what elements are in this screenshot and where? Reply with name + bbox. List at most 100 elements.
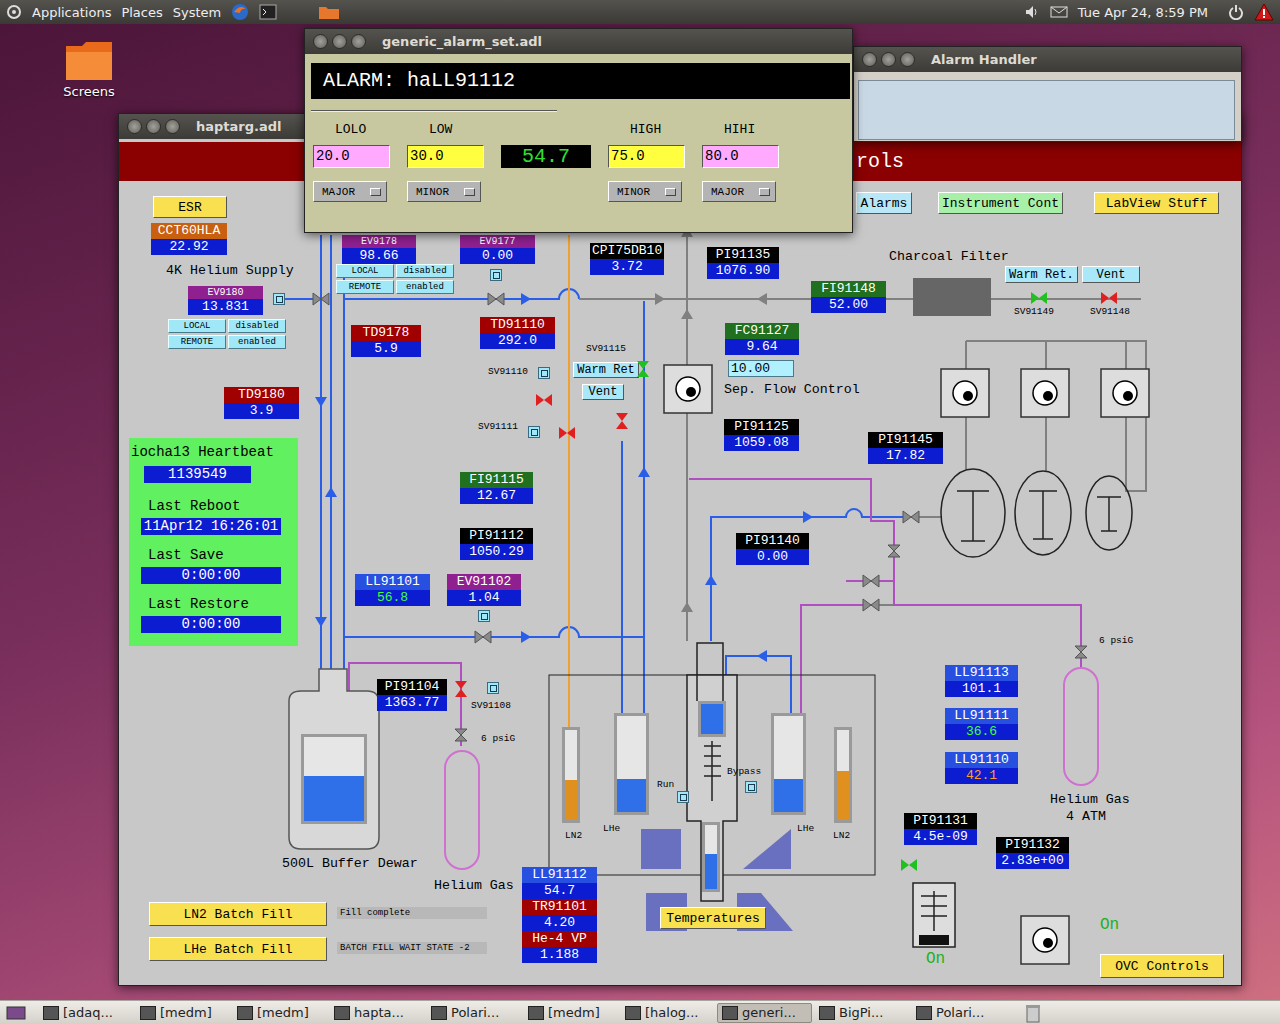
taskbar-item[interactable]: [halog...	[620, 1003, 715, 1023]
panel-menu[interactable]: System	[173, 5, 221, 20]
taskbar-label: [adaq...	[63, 1005, 113, 1020]
valve-icon[interactable]	[901, 859, 917, 871]
minimize-button[interactable]	[881, 52, 896, 67]
batch-fill-button[interactable]: LN2 Batch Fill	[149, 902, 327, 926]
severity-menu[interactable]: MAJOR	[702, 181, 776, 202]
readout-value: 4.20	[522, 915, 597, 931]
readout: TD91110292.0	[480, 317, 555, 349]
mode-button[interactable]: REMOTE	[336, 280, 394, 294]
mode-button[interactable]: REMOTE	[168, 335, 226, 349]
taskbar-item[interactable]: [medm]	[523, 1003, 618, 1023]
maximize-button[interactable]	[900, 52, 915, 67]
readout-label: TD9180	[224, 387, 299, 403]
taskbar-item[interactable]: generi...	[717, 1003, 812, 1023]
taskbar-item[interactable]: Polari...	[426, 1003, 521, 1023]
taskbar-label: [medm]	[160, 1005, 212, 1020]
display-button[interactable]: Warm Ret	[573, 362, 639, 378]
batch-fill-button[interactable]: LHe Batch Fill	[149, 937, 327, 961]
valve-icon[interactable]	[614, 413, 630, 429]
diagram-label: SV91148	[1090, 306, 1130, 317]
minimize-button[interactable]	[332, 34, 347, 49]
window-icon	[43, 1006, 59, 1020]
readout: EV91770.00	[460, 235, 535, 264]
readout-value: 5.9	[351, 341, 421, 357]
volume-icon	[1024, 4, 1040, 20]
valve-icon[interactable]	[635, 361, 651, 377]
desktop-icon[interactable]: Screens	[58, 38, 120, 99]
valve-icon[interactable]	[559, 427, 575, 439]
menu-marker-icon	[759, 188, 770, 196]
close-button[interactable]	[313, 34, 328, 49]
limit-field[interactable]: 20.0	[313, 145, 390, 168]
display-button[interactable]: Warm Ret.	[1005, 266, 1078, 283]
display-button[interactable]: Vent	[582, 384, 624, 400]
readout-value: 54.7	[522, 883, 597, 899]
related-display-icon[interactable]	[538, 367, 550, 379]
severity-menu[interactable]: MINOR	[407, 181, 481, 202]
display-button[interactable]: Alarms	[856, 192, 912, 214]
taskbar-item[interactable]: [adaq...	[38, 1003, 133, 1023]
taskbar-item[interactable]: [medm]	[232, 1003, 327, 1023]
diagram-label: On	[1100, 916, 1119, 934]
readout: FI9111512.67	[460, 472, 533, 504]
limit-field[interactable]: 30.0	[407, 145, 484, 168]
related-display-icon[interactable]	[273, 293, 285, 305]
maximize-button[interactable]	[351, 34, 366, 49]
tank-label: LN2	[833, 830, 850, 841]
display-button[interactable]: Temperatures	[660, 907, 766, 929]
close-button[interactable]	[862, 52, 877, 67]
heartbeat-count: 1139549	[144, 466, 251, 483]
valve-icon[interactable]	[1101, 292, 1117, 304]
mode-button[interactable]: enabled	[396, 280, 454, 294]
valve-icon[interactable]	[536, 394, 552, 406]
taskbar-item[interactable]: [medm]	[135, 1003, 230, 1023]
taskbar: [adaq...[medm][medm]hapta...Polari...[me…	[0, 1000, 1280, 1024]
diagram-label: Bypass	[727, 766, 761, 777]
readout: LL9111042.1	[945, 752, 1018, 784]
readout: LL9111254.7	[522, 867, 597, 899]
related-display-icon[interactable]	[490, 269, 502, 281]
severity-menu[interactable]: MINOR	[608, 181, 682, 202]
maximize-button[interactable]	[165, 119, 180, 134]
taskbar-item[interactable]: hapta...	[329, 1003, 424, 1023]
display-button[interactable]: LabView Stuff	[1094, 192, 1219, 214]
tank-gauge	[301, 734, 367, 824]
mode-button[interactable]: LOCAL	[336, 264, 394, 278]
related-display-icon[interactable]	[487, 682, 499, 694]
readout-value: 1076.90	[707, 263, 779, 279]
taskbar-item[interactable]: BigPi...	[814, 1003, 909, 1023]
diagram-label: 4 ATM	[1066, 809, 1106, 825]
taskbar-item[interactable]: Polari...	[911, 1003, 1006, 1023]
close-button[interactable]	[127, 119, 142, 134]
related-display-icon[interactable]	[478, 610, 490, 622]
display-button[interactable]: Vent	[1082, 266, 1140, 283]
mode-button[interactable]: enabled	[228, 335, 286, 349]
valve-icon[interactable]	[453, 681, 469, 697]
display-button[interactable]: Instrument Cont	[938, 192, 1063, 214]
limit-field[interactable]: 75.0	[608, 145, 685, 168]
diagram-label: Run	[657, 779, 674, 790]
related-display-icon[interactable]	[745, 781, 757, 793]
limits-grid: LOLOLOWHIGHHIHI20.030.054.775.080.0MAJOR…	[313, 121, 846, 202]
severity-menu[interactable]: MAJOR	[313, 181, 387, 202]
diagram-label: 6 psiG	[1099, 635, 1133, 646]
mode-button[interactable]: disabled	[396, 264, 454, 278]
mode-button[interactable]: disabled	[228, 319, 286, 333]
folder-icon	[317, 3, 341, 21]
readout: TR911014.20	[522, 899, 597, 931]
terminal-icon	[259, 4, 277, 20]
limit-field[interactable]: 80.0	[702, 145, 779, 168]
setpoint-field[interactable]: 10.00	[728, 360, 794, 377]
readout-label: He-4 VP	[522, 931, 597, 947]
display-button[interactable]: ESR	[153, 196, 227, 218]
panel-menu[interactable]: Applications	[32, 5, 111, 20]
severity-text: MINOR	[416, 186, 449, 198]
valve-icon[interactable]	[1031, 292, 1047, 304]
display-button[interactable]: OVC Controls	[1100, 954, 1224, 978]
related-display-icon[interactable]	[528, 426, 540, 438]
panel-menu[interactable]: Places	[121, 5, 162, 20]
related-display-icon[interactable]	[677, 791, 689, 803]
minimize-button[interactable]	[146, 119, 161, 134]
mode-button[interactable]: LOCAL	[168, 319, 226, 333]
clock[interactable]: Tue Apr 24, 8:59 PM	[1078, 5, 1208, 20]
